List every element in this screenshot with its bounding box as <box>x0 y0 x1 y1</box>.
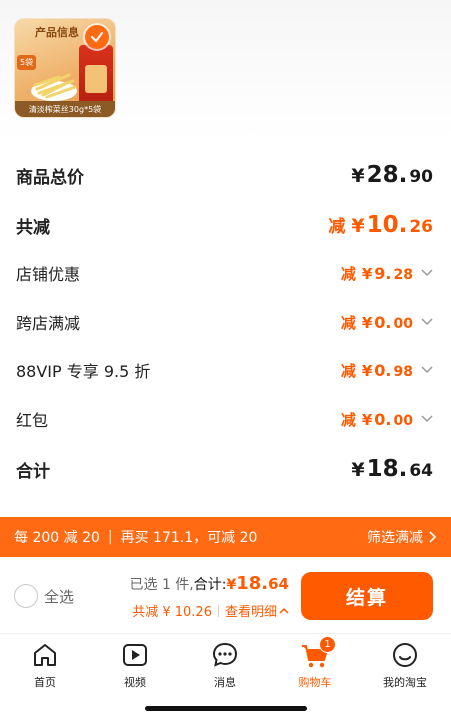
red-packet-value: 减 ¥0. 00 <box>341 409 433 430</box>
select-all-label: 全选 <box>44 587 75 606</box>
view-detail-label: 查看明细 <box>224 605 277 620</box>
tab-home[interactable]: 首页 <box>10 640 80 692</box>
cart-count-badge: 1 <box>319 636 336 653</box>
package-image <box>79 45 113 105</box>
row-vip-discount[interactable]: 88VIP 专享 9.5 折 减 ¥0. 98 <box>16 355 433 385</box>
cart-icon-wrapper: 1 <box>300 636 336 670</box>
select-all-radio[interactable] <box>14 584 38 608</box>
home-indicator <box>145 706 307 711</box>
row-label: 商品总价 <box>16 167 84 188</box>
checkout-button[interactable]: 结算 <box>301 572 433 620</box>
store-discount-value: 减 ¥9. 28 <box>341 263 433 284</box>
filter-discount-link[interactable]: 筛选满减 <box>367 527 437 547</box>
food-image <box>31 73 77 101</box>
row-label: 跨店满减 <box>16 314 81 333</box>
message-icon <box>212 642 238 667</box>
selected-check-icon[interactable] <box>85 25 109 49</box>
chevron-right-icon <box>429 531 437 543</box>
checkout-total-value: ¥18.64 <box>226 573 289 594</box>
tab-profile[interactable]: 我的淘宝 <box>370 640 440 692</box>
profile-icon <box>393 643 417 667</box>
promo-buy-more: 再买 171.1，可减 20 <box>120 530 258 546</box>
tab-cart[interactable]: 1 购物车 <box>280 636 350 692</box>
home-icon <box>34 644 56 666</box>
total-label: 合计: <box>193 577 227 593</box>
promo-separator: | <box>107 529 113 545</box>
row-label: 共减 <box>16 217 50 238</box>
selected-count: 已选 1 件, <box>129 577 194 593</box>
grand-total-value: ¥18. 64 <box>351 456 433 482</box>
row-cross-store-discount[interactable]: 跨店满减 减 ¥0. 00 <box>16 307 433 337</box>
filter-label: 筛选满减 <box>367 530 423 546</box>
row-label: 88VIP 专享 9.5 折 <box>16 362 151 381</box>
divider <box>217 604 219 617</box>
tab-label: 首页 <box>34 676 56 689</box>
tab-messages[interactable]: 消息 <box>190 640 260 692</box>
chevron-down-icon[interactable] <box>421 318 433 326</box>
selection-summary: 已选 1 件, 合计: ¥18.64 <box>130 573 290 594</box>
cross-store-discount-value: 减 ¥0. 00 <box>341 312 433 333</box>
total-discount-value: 减 ¥10. 26 <box>328 212 433 238</box>
chevron-down-icon[interactable] <box>421 269 433 277</box>
video-icon <box>123 644 147 666</box>
tab-label: 购物车 <box>298 676 332 689</box>
row-store-discount[interactable]: 店铺优惠 减 ¥9. 28 <box>16 258 433 288</box>
promo-rule: 每 200 减 20 <box>14 530 100 546</box>
chevron-down-icon[interactable] <box>421 366 433 374</box>
row-grand-total: 合计 ¥18. 64 <box>16 454 433 484</box>
tab-video[interactable]: 视频 <box>100 640 170 692</box>
chevron-up-icon <box>279 607 289 614</box>
product-thumbnail[interactable]: 产品信息 5袋 清淡榨菜丝30g*5袋 <box>14 18 116 118</box>
select-all-toggle[interactable]: 全选 <box>14 584 74 608</box>
discount-summary: 共减 ¥ 10.26 查看明细 <box>132 601 289 620</box>
tab-label: 我的淘宝 <box>383 676 427 689</box>
promo-bar[interactable]: 每 200 减 20 | 再买 171.1，可减 20 筛选满减 <box>0 517 451 557</box>
row-total-discount: 共减 减 ¥10. 26 <box>16 210 433 240</box>
checkout-bar: 全选 已选 1 件, 合计: ¥18.64 共减 ¥ 10.26 查看明细 结算 <box>0 557 451 633</box>
row-total-price: 商品总价 ¥28. 90 <box>16 160 433 190</box>
tab-label: 视频 <box>124 676 146 689</box>
view-detail-link[interactable]: 查看明细 <box>225 601 289 620</box>
vip-discount-value: 减 ¥0. 98 <box>341 360 433 381</box>
discount-text: 共减 ¥ 10.26 <box>132 605 212 620</box>
row-label: 红包 <box>16 411 49 430</box>
product-caption: 清淡榨菜丝30g*5袋 <box>15 101 115 117</box>
row-label: 合计 <box>16 461 50 482</box>
tab-label: 消息 <box>214 676 236 689</box>
chevron-down-icon[interactable] <box>421 415 433 423</box>
product-info-tag: 产品信息 <box>35 26 79 39</box>
row-red-packet[interactable]: 红包 减 ¥0. 00 <box>16 404 433 434</box>
total-price-value: ¥28. 90 <box>351 162 433 188</box>
row-label: 店铺优惠 <box>16 265 81 284</box>
